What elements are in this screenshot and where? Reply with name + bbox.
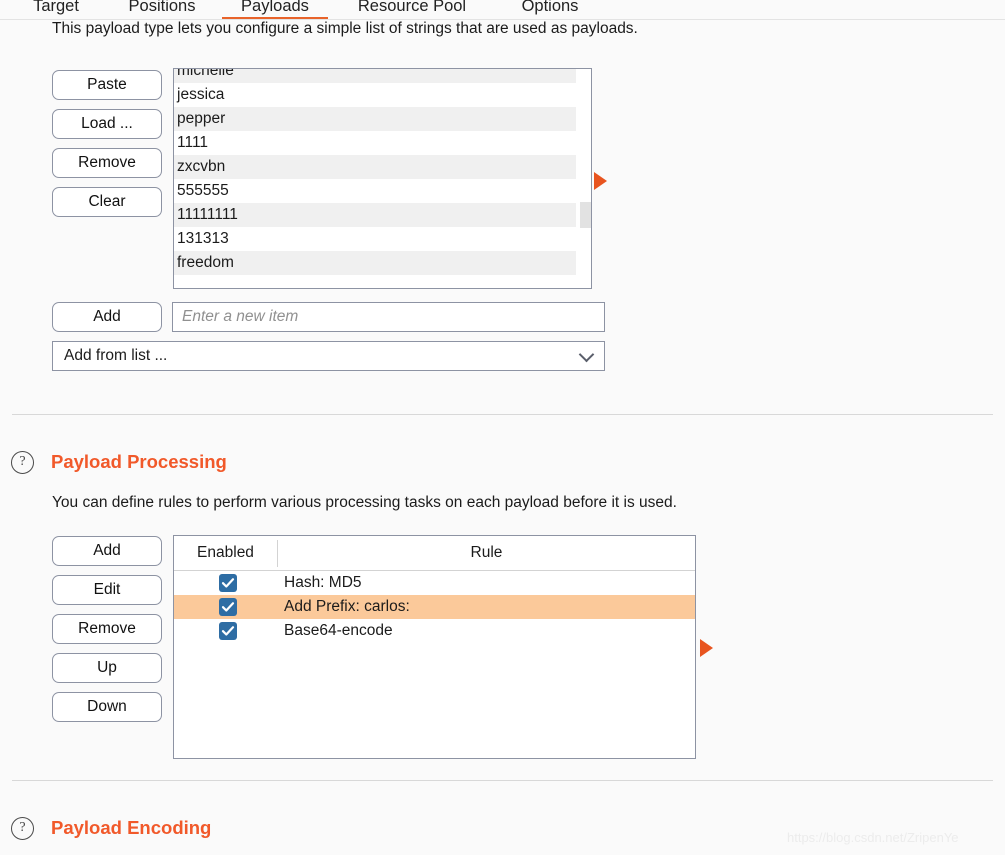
section-divider-2 [12, 780, 993, 781]
rules-table-header: Enabled Rule [174, 536, 695, 571]
new-payload-item-input[interactable] [172, 302, 605, 332]
payload-list-item[interactable]: 1111 [174, 131, 576, 155]
load-button[interactable]: Load ... [52, 109, 162, 139]
tab-options[interactable]: Options [500, 0, 600, 20]
payload-list-item[interactable]: pepper [174, 107, 576, 131]
add-from-list-dropdown[interactable]: Add from list ... [52, 341, 605, 371]
payload-list-pointer-arrow-icon [594, 172, 607, 190]
rules-table-pointer-arrow-icon [700, 639, 713, 657]
payload-list-item[interactable]: michelle [174, 69, 576, 83]
section-divider-1 [12, 414, 993, 415]
rules-table-row[interactable]: Base64-encode [174, 619, 695, 643]
payload-list-item[interactable]: 131313 [174, 227, 576, 251]
paste-button[interactable]: Paste [52, 70, 162, 100]
add-from-list-label: Add from list ... [64, 347, 168, 364]
payload-processing-title: Payload Processing [51, 451, 227, 472]
payload-list-item[interactable]: freedom [174, 251, 576, 275]
tab-label: Resource Pool [357, 0, 467, 15]
help-question-icon-encoding[interactable]: ? [11, 817, 34, 840]
payload-encoding-title: Payload Encoding [51, 817, 212, 838]
column-header-rule: Rule [470, 544, 503, 561]
rule-remove-button[interactable]: Remove [52, 614, 162, 644]
tab-bar: Target Positions Payloads Resource Pool Opti… [0, 0, 1005, 20]
add-payload-button[interactable]: Add [52, 302, 162, 332]
tab-list: Target Positions Payloads Resource Pool Opti… [0, 0, 600, 20]
rules-table-row[interactable]: Add Prefix: carlos: [174, 595, 695, 619]
remove-button[interactable]: Remove [52, 148, 162, 178]
tab-resource-pool[interactable]: Resource Pool [332, 0, 492, 20]
payload-options-description: This payload type lets you configure a s… [52, 20, 638, 37]
rule-label: Base64-encode [284, 622, 393, 639]
tab-positions[interactable]: Positions [106, 0, 218, 20]
payload-list-scrollbar-thumb[interactable] [580, 202, 591, 228]
rule-edit-button[interactable]: Edit [52, 575, 162, 605]
tab-payloads[interactable]: Payloads [222, 0, 328, 20]
payload-processing-rules-table[interactable]: Enabled Rule Hash: MD5 Add Prefix: carlos… [173, 535, 696, 759]
rule-label: Hash: MD5 [284, 574, 362, 591]
rule-enabled-checkbox[interactable] [219, 574, 237, 592]
chevron-down-icon [578, 346, 595, 363]
rule-enabled-checkbox[interactable] [219, 622, 237, 640]
payload-list-item[interactable]: jessica [174, 83, 576, 107]
column-header-enabled: Enabled [197, 544, 254, 561]
rules-table-row[interactable]: Hash: MD5 [174, 571, 695, 595]
payload-list-item[interactable]: 11111111 [174, 203, 576, 227]
tab-label: Target [33, 0, 79, 15]
rules-table-body: Hash: MD5 Add Prefix: carlos: Base64-encod… [174, 571, 695, 643]
rule-enabled-checkbox[interactable] [219, 598, 237, 616]
payload-list[interactable]: michelle jessica pepper 1111 zxcvbn 555555 111… [173, 68, 592, 289]
watermark: https://blog.csdn.net/ZripenYe [787, 830, 959, 845]
rule-down-button[interactable]: Down [52, 692, 162, 722]
payload-processing-description: You can define rules to perform various … [52, 494, 677, 511]
tab-label: Positions [128, 0, 196, 15]
tab-target[interactable]: Target [10, 0, 102, 20]
payload-list-item[interactable]: 555555 [174, 179, 576, 203]
payload-list-scrollbar[interactable] [580, 69, 591, 288]
rule-add-button[interactable]: Add [52, 536, 162, 566]
tab-label: Payloads [241, 0, 309, 15]
help-question-icon-processing[interactable]: ? [11, 451, 34, 474]
payload-list-rows: michelle jessica pepper 1111 zxcvbn 555555 111… [174, 69, 591, 275]
rule-label: Add Prefix: carlos: [284, 598, 410, 615]
payload-list-item[interactable]: zxcvbn [174, 155, 576, 179]
tab-label: Options [521, 0, 579, 15]
clear-button[interactable]: Clear [52, 187, 162, 217]
rule-up-button[interactable]: Up [52, 653, 162, 683]
